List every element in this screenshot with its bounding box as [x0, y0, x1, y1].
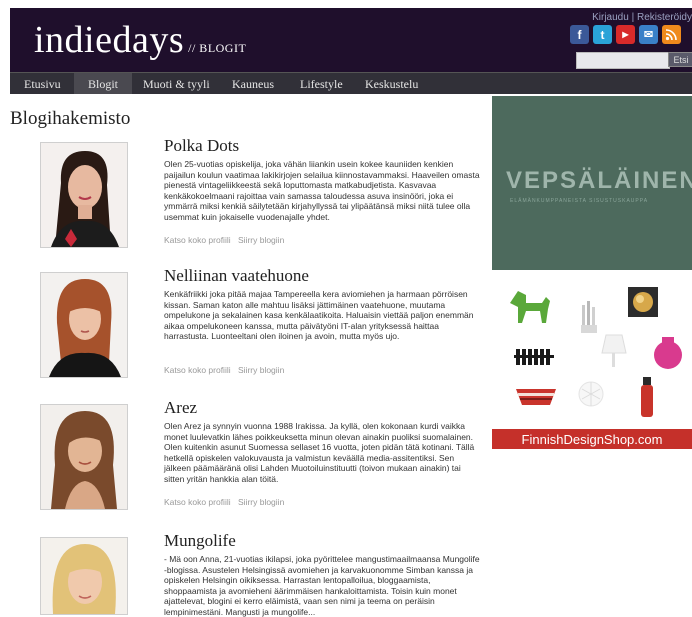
ad-tagline: ELÄMÄNKUMPPANEISTA SISUSTUSKAUPPA [510, 198, 649, 204]
ad-product-images [510, 287, 682, 417]
nav-item-muoti-tyyli[interactable]: Muoti & tyyli [143, 77, 210, 92]
nav-item-etusivu[interactable]: Etusivu [24, 77, 61, 92]
avatar[interactable] [40, 272, 128, 378]
nav-item-keskustelu[interactable]: Keskustelu [365, 77, 418, 92]
main-nav: Etusivu Blogit Muoti & tyyli Kauneus Lif… [10, 72, 692, 94]
blog-description: Olen Arez ja synnyin vuonna 1988 Irakiss… [164, 421, 475, 484]
blog-description: Olen 25-vuotias opiskelija, joka vähän l… [164, 159, 480, 222]
search-input[interactable] [576, 52, 670, 69]
youtube-icon[interactable]: ▶ [616, 25, 635, 44]
blog-links: Katso koko profiili Siirry blogiin [164, 365, 289, 375]
blog-link[interactable]: Siirry blogiin [238, 497, 284, 507]
blog-description: Kenkäfriikki joka pitää majaa Tampereell… [164, 289, 474, 341]
site-header: indiedays// BLOGIT Kirjaudu | Rekisteröi… [10, 8, 692, 72]
ad-brand-name: VEPSÄLÄINEN [506, 167, 692, 194]
blog-title[interactable]: Nelliinan vaatehuone [164, 266, 309, 286]
logo-subtitle: // BLOGIT [188, 41, 247, 55]
blog-links: Katso koko profiili Siirry blogiin [164, 497, 289, 507]
blog-description: - Mä oon Anna, 21-vuotias ikilapsi, joka… [164, 554, 480, 617]
social-links: f t ▶ ✉ [570, 25, 681, 44]
auth-links: Kirjaudu | Rekisteröidy [592, 12, 692, 23]
blog-links: Katso koko profiili Siirry blogiin [164, 235, 289, 245]
facebook-icon[interactable]: f [570, 25, 589, 44]
twitter-icon[interactable]: t [593, 25, 612, 44]
register-link[interactable]: Rekisteröidy [637, 12, 692, 23]
profile-link[interactable]: Katso koko profiili [164, 365, 231, 375]
blog-title[interactable]: Arez [164, 398, 197, 418]
ad-banner: FinnishDesignShop.com [492, 429, 692, 449]
blog-title[interactable]: Mungolife [164, 531, 236, 551]
auth-separator: | [631, 12, 635, 23]
logo-text: indiedays [34, 19, 185, 61]
blog-title[interactable]: Polka Dots [164, 136, 239, 156]
email-icon[interactable]: ✉ [639, 25, 658, 44]
nav-item-lifestyle[interactable]: Lifestyle [300, 77, 343, 92]
avatar[interactable] [40, 404, 128, 510]
nav-item-kauneus[interactable]: Kauneus [232, 77, 274, 92]
rss-icon[interactable] [662, 25, 681, 44]
search-button[interactable]: Etsi [668, 52, 692, 67]
profile-link[interactable]: Katso koko profiili [164, 497, 231, 507]
blog-link[interactable]: Siirry blogiin [238, 365, 284, 375]
ad-vepsalainen[interactable]: VEPSÄLÄINEN ELÄMÄNKUMPPANEISTA SISUSTUSK… [492, 96, 692, 270]
nav-item-blogit[interactable]: Blogit [74, 73, 133, 94]
profile-link[interactable]: Katso koko profiili [164, 235, 231, 245]
page-title: Blogihakemisto [10, 108, 131, 129]
avatar[interactable] [40, 537, 128, 615]
login-link[interactable]: Kirjaudu [592, 12, 629, 23]
ad-finnish-design-shop[interactable]: FinnishDesignShop.com [492, 277, 692, 449]
blog-link[interactable]: Siirry blogiin [238, 235, 284, 245]
site-logo[interactable]: indiedays// BLOGIT [34, 18, 246, 62]
avatar[interactable] [40, 142, 128, 248]
